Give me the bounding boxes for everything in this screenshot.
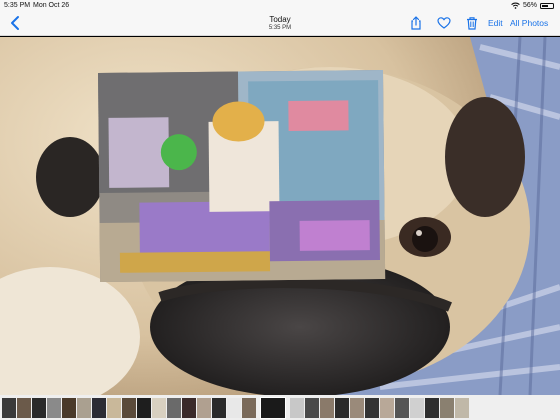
filmstrip-thumb[interactable] [395,397,409,418]
filmstrip-thumb[interactable] [2,397,16,418]
filmstrip-thumb[interactable] [320,397,334,418]
filmstrip-thumb[interactable] [77,397,91,418]
filmstrip-thumb[interactable] [242,397,256,418]
filmstrip-thumb[interactable] [197,397,211,418]
edit-button[interactable]: Edit [488,18,503,28]
battery-icon [540,2,554,9]
filmstrip-thumb[interactable] [410,397,424,418]
pug-photo [0,37,560,395]
filmstrip-thumb[interactable] [350,397,364,418]
filmstrip-thumb[interactable] [305,397,319,418]
filmstrip-thumb[interactable] [92,397,106,418]
heart-icon[interactable] [437,16,451,30]
filmstrip-thumb[interactable] [167,397,181,418]
battery-percent: 56% [522,2,537,9]
filmstrip-thumb[interactable] [182,397,196,418]
photo-viewer[interactable] [0,37,560,395]
filmstrip-thumb-selected[interactable] [260,396,286,419]
filmstrip-thumb[interactable] [62,397,76,418]
filmstrip-thumb[interactable] [32,397,46,418]
trash-icon[interactable] [465,16,479,30]
wifi-icon [511,2,520,9]
nav-bar: Today 5:35 PM Edit All Photos [0,12,560,36]
filmstrip-thumb[interactable] [17,397,31,418]
status-indicators: 56% [511,2,554,9]
filmstrip-thumb[interactable] [440,397,454,418]
filmstrip-thumb[interactable] [335,397,349,418]
filmstrip-thumb[interactable] [152,397,166,418]
filmstrip-thumb[interactable] [365,397,379,418]
filmstrip-thumb[interactable] [137,397,151,418]
status-date: Mon Oct 26 [33,2,70,9]
filmstrip-thumb[interactable] [425,397,439,418]
filmstrip-thumb[interactable] [380,397,394,418]
filmstrip[interactable] [0,395,560,420]
filmstrip-thumb[interactable] [107,397,121,418]
filmstrip-thumb[interactable] [227,397,241,418]
lego-photo [98,70,386,282]
all-photos-button[interactable]: All Photos [510,18,548,28]
filmstrip-thumb[interactable] [455,397,469,418]
filmstrip-thumb[interactable] [122,397,136,418]
filmstrip-thumb[interactable] [47,397,61,418]
status-bar: 5:35 PM Mon Oct 26 56% [0,0,560,12]
share-icon[interactable] [409,16,423,30]
status-time: 5:35 PM [4,2,31,9]
filmstrip-thumb[interactable] [290,397,304,418]
filmstrip-thumb[interactable] [212,397,226,418]
